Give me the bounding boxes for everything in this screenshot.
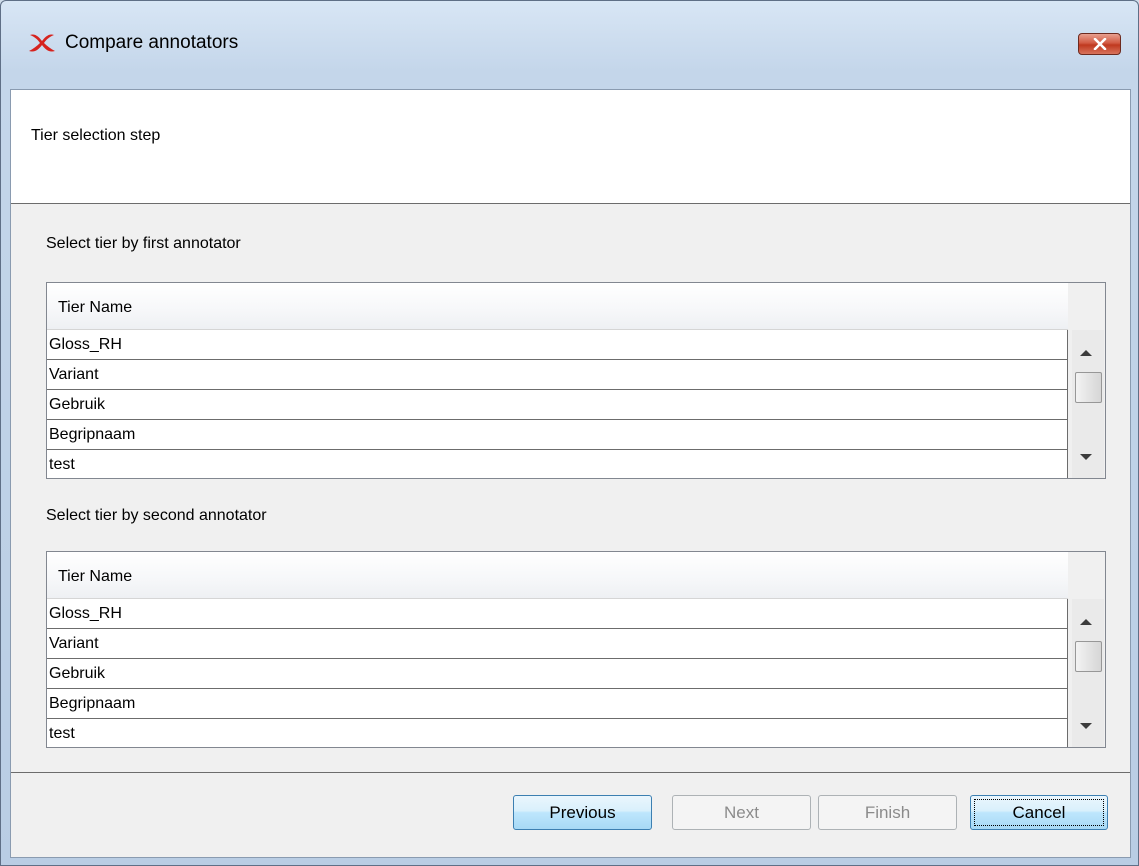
table-row[interactable]: Gebruik: [47, 659, 1068, 689]
table-row[interactable]: Begripnaam: [47, 689, 1068, 719]
scroll-up-icon[interactable]: [1080, 619, 1092, 625]
window-title: Compare annotators: [65, 32, 239, 53]
table-row[interactable]: test: [47, 719, 1068, 747]
scroll-down-icon[interactable]: [1080, 723, 1092, 729]
previous-button[interactable]: Previous: [513, 795, 652, 830]
next-button[interactable]: Next: [672, 795, 811, 830]
scroll-down-icon[interactable]: [1080, 454, 1092, 460]
table-row[interactable]: Begripnaam: [47, 420, 1068, 450]
column-header-label: Tier Name: [58, 568, 133, 585]
table-row[interactable]: Variant: [47, 629, 1068, 659]
vertical-scrollbar[interactable]: [1072, 599, 1104, 747]
tier-list: Gloss_RH Variant Gebruik Begripnaam test: [47, 330, 1068, 478]
first-annotator-tier-table: Tier Name Gloss_RH Variant Gebruik Begri…: [46, 282, 1106, 479]
table-row[interactable]: Gloss_RH: [47, 330, 1068, 360]
table-row[interactable]: test: [47, 450, 1068, 478]
scroll-thumb[interactable]: [1075, 641, 1102, 672]
second-annotator-label: Select tier by second annotator: [46, 507, 267, 524]
table-row[interactable]: Variant: [47, 360, 1068, 390]
column-header-tier-name[interactable]: Tier Name: [47, 283, 1068, 330]
title-bar[interactable]: Compare annotators: [1, 1, 1138, 89]
focus-ring: [974, 799, 1104, 826]
table-row[interactable]: Gloss_RH: [47, 599, 1068, 629]
table-row[interactable]: Gebruik: [47, 390, 1068, 420]
first-annotator-label: Select tier by first annotator: [46, 235, 241, 252]
finish-button[interactable]: Finish: [818, 795, 957, 830]
cancel-button[interactable]: Cancel: [970, 795, 1108, 830]
column-header-tier-name[interactable]: Tier Name: [47, 552, 1068, 599]
step-header: Tier selection step: [11, 90, 1130, 204]
column-header-label: Tier Name: [58, 299, 133, 316]
step-title: Tier selection step: [31, 127, 161, 144]
second-annotator-tier-table: Tier Name Gloss_RH Variant Gebruik Begri…: [46, 551, 1106, 748]
dialog-content: Tier selection step Select tier by first…: [10, 89, 1131, 858]
scroll-thumb[interactable]: [1075, 372, 1102, 403]
scroll-up-icon[interactable]: [1080, 350, 1092, 356]
footer-divider: [11, 772, 1130, 773]
elan-app-icon: [29, 34, 55, 52]
close-button[interactable]: [1078, 33, 1121, 55]
close-icon: [1093, 38, 1106, 50]
compare-annotators-dialog: Compare annotators Tier selection step S…: [0, 0, 1139, 866]
tier-list: Gloss_RH Variant Gebruik Begripnaam test: [47, 599, 1068, 747]
vertical-scrollbar[interactable]: [1072, 330, 1104, 478]
